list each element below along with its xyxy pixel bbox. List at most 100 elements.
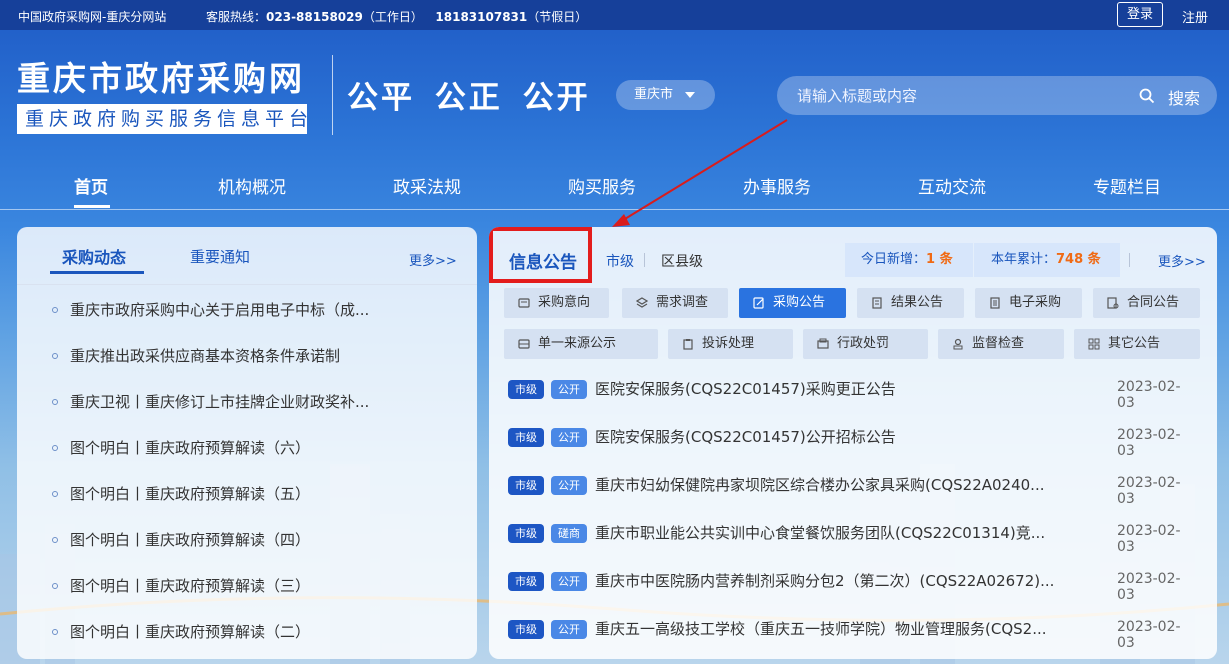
panel-divider xyxy=(17,284,477,285)
search-icon[interactable] xyxy=(1139,88,1155,104)
more-link[interactable]: 更多>> xyxy=(1158,251,1206,270)
list-icon xyxy=(990,297,1000,309)
list-item[interactable]: 图个明白丨重庆政府预算解读（二） xyxy=(52,621,452,651)
table-row[interactable]: 市级 公开 重庆市中医院肠内营养制剂采购分包2（第二次）(CQS22A02672… xyxy=(508,570,1198,603)
notice-title[interactable]: 重庆市妇幼保健院冉家坝院区综合楼办公家具采购(CQS22A0240... xyxy=(595,474,1085,495)
category-administrative-penalty[interactable]: 行政处罚 xyxy=(803,329,928,359)
type-badge: 磋商 xyxy=(551,524,587,543)
more-separator xyxy=(1129,253,1130,267)
hotline: 客服热线：023-88158029（工作日） 18183107831（节假日） xyxy=(206,10,588,24)
notice-date: 2023-02-03 xyxy=(1117,475,1181,507)
city-select[interactable]: 重庆市 xyxy=(616,80,715,110)
category-other-notices[interactable]: 其它公告 xyxy=(1074,329,1200,359)
slogan: 公平 公正 公开 xyxy=(347,80,591,116)
layers-icon xyxy=(636,297,648,308)
more-link[interactable]: 更多>> xyxy=(409,250,457,269)
stamp-icon xyxy=(953,338,963,350)
grid-icon xyxy=(1088,338,1100,350)
level-badge: 市级 xyxy=(508,620,544,639)
search-bar: 搜索 xyxy=(777,76,1217,115)
tab-active-underline xyxy=(50,271,144,274)
category-purchase-intent[interactable]: 采购意向 xyxy=(504,288,609,318)
list-item[interactable]: 图个明白丨重庆政府预算解读（六） xyxy=(52,437,452,467)
table-row[interactable]: 市级 公开 医院安保服务(CQS22C01457)采购更正公告 2023-02-… xyxy=(508,378,1198,411)
info-notice-panel: 信息公告 市级 区县级 今日新增：1 条 本年累计：748 条 更多>> 采购意… xyxy=(489,227,1217,659)
category-single-source[interactable]: 单一来源公示 xyxy=(504,329,658,359)
category-demand-survey[interactable]: 需求调查 xyxy=(622,288,728,318)
table-row[interactable]: 市级 磋商 重庆市职业能公共实训中心食堂餐饮服务团队(CQS22C01314)竞… xyxy=(508,522,1198,555)
notice-title[interactable]: 重庆市中医院肠内营养制剂采购分包2（第二次）(CQS22A02672)... xyxy=(595,570,1085,591)
category-purchase-notice[interactable]: 采购公告 xyxy=(739,288,846,318)
list-item[interactable]: 图个明白丨重庆政府预算解读（三） xyxy=(52,575,452,605)
login-button[interactable]: 登录 xyxy=(1117,2,1163,27)
procurement-news-panel: 采购动态 重要通知 更多>> 重庆市政府采购中心关于启用电子中标（成... 重庆… xyxy=(17,227,477,659)
category-supervision[interactable]: 监督检查 xyxy=(938,329,1064,359)
level-badge: 市级 xyxy=(508,428,544,447)
search-button[interactable]: 搜索 xyxy=(1168,85,1200,109)
nav-item-special-topics[interactable]: 专题栏目 xyxy=(1093,173,1161,198)
category-complaint-handling[interactable]: 投诉处理 xyxy=(668,329,793,359)
intent-icon xyxy=(518,298,530,308)
type-badge: 公开 xyxy=(551,476,587,495)
document-icon xyxy=(872,297,882,309)
register-link[interactable]: 注册 xyxy=(1182,7,1208,26)
list-item[interactable]: 图个明白丨重庆政府预算解读（四） xyxy=(52,529,452,559)
type-badge: 公开 xyxy=(551,620,587,639)
tab-important-notices[interactable]: 重要通知 xyxy=(190,246,250,267)
site-name: 中国政府采购网-重庆分网站 xyxy=(18,10,167,24)
header-divider xyxy=(332,55,333,135)
bullet-icon xyxy=(52,445,58,451)
type-badge: 公开 xyxy=(551,428,587,447)
chevron-down-icon xyxy=(685,92,695,98)
main-nav: 首页 机构概况 政采法规 购买服务 办事服务 互动交流 专题栏目 xyxy=(0,165,1229,210)
notice-title[interactable]: 医院安保服务(CQS22C01457)公开招标公告 xyxy=(595,426,1085,447)
notice-title[interactable]: 重庆市职业能公共实训中心食堂餐饮服务团队(CQS22C01314)竞... xyxy=(595,522,1085,543)
list-item[interactable]: 重庆推出政采供应商基本资格条件承诺制 xyxy=(52,345,452,375)
inbox-icon xyxy=(518,339,530,349)
category-contract-notice[interactable]: 合同公告 xyxy=(1093,288,1200,318)
nav-item-interaction[interactable]: 互动交流 xyxy=(918,173,986,198)
site-subtitle: 重庆政府购买服务信息平台 xyxy=(17,104,307,134)
tab-info-notice[interactable]: 信息公告 xyxy=(509,248,577,273)
list-item[interactable]: 重庆卫视丨重庆修订上市挂牌企业财政奖补... xyxy=(52,391,452,421)
nav-divider xyxy=(0,209,1229,210)
level-badge: 市级 xyxy=(508,572,544,591)
table-row[interactable]: 市级 公开 医院安保服务(CQS22C01457)公开招标公告 2023-02-… xyxy=(508,426,1198,459)
notice-date: 2023-02-03 xyxy=(1117,379,1181,411)
notice-title[interactable]: 重庆五一高级技工学校（重庆五一技师学院）物业管理服务(CQS2... xyxy=(595,618,1085,639)
bullet-icon xyxy=(52,583,58,589)
bullet-icon xyxy=(52,307,58,313)
table-row[interactable]: 市级 公开 重庆五一高级技工学校（重庆五一技师学院）物业管理服务(CQS2...… xyxy=(508,618,1198,651)
top-bar: 中国政府采购网-重庆分网站 客服热线：023-88158029（工作日） 181… xyxy=(0,0,1229,30)
category-result-notice[interactable]: 结果公告 xyxy=(857,288,964,318)
nav-item-regulations[interactable]: 政采法规 xyxy=(393,173,461,198)
bullet-icon xyxy=(52,399,58,405)
level-badge: 市级 xyxy=(508,524,544,543)
tab-separator xyxy=(644,253,645,267)
city-select-value: 重庆市 xyxy=(634,87,674,102)
tab-procurement-news[interactable]: 采购动态 xyxy=(62,244,126,268)
today-count-badge: 今日新增：1 条 xyxy=(845,243,973,277)
nav-item-purchase-services[interactable]: 购买服务 xyxy=(568,173,636,198)
level-badge: 市级 xyxy=(508,380,544,399)
search-input[interactable] xyxy=(797,76,1127,115)
bullet-icon xyxy=(52,537,58,543)
type-badge: 公开 xyxy=(551,572,587,591)
contract-icon xyxy=(1107,297,1119,309)
bullet-icon xyxy=(52,491,58,497)
tab-city-level[interactable]: 市级 xyxy=(606,251,634,271)
category-e-procurement[interactable]: 电子采购 xyxy=(975,288,1082,318)
notice-date: 2023-02-03 xyxy=(1117,571,1181,603)
bullet-icon xyxy=(52,353,58,359)
nav-item-home[interactable]: 首页 xyxy=(74,173,108,198)
nav-item-about[interactable]: 机构概况 xyxy=(218,173,286,198)
notice-title[interactable]: 医院安保服务(CQS22C01457)采购更正公告 xyxy=(595,378,1085,399)
site-title[interactable]: 重庆市政府采购网 xyxy=(17,52,305,100)
level-badge: 市级 xyxy=(508,476,544,495)
nav-active-underline xyxy=(74,205,110,208)
nav-item-office-services[interactable]: 办事服务 xyxy=(743,173,811,198)
list-item[interactable]: 重庆市政府采购中心关于启用电子中标（成... xyxy=(52,299,452,329)
table-row[interactable]: 市级 公开 重庆市妇幼保健院冉家坝院区综合楼办公家具采购(CQS22A0240.… xyxy=(508,474,1198,507)
tab-district-level[interactable]: 区县级 xyxy=(661,251,703,271)
list-item[interactable]: 图个明白丨重庆政府预算解读（五） xyxy=(52,483,452,513)
